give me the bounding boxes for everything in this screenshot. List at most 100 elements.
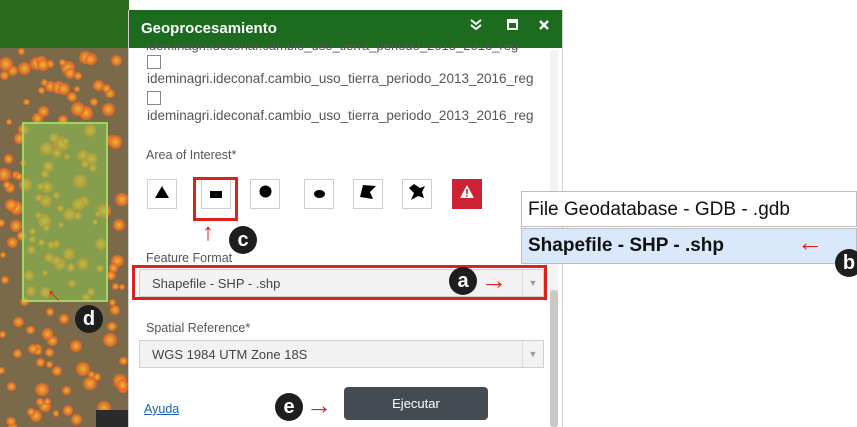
fire-point: [71, 102, 86, 116]
fire-point: [70, 413, 83, 426]
fire-point: [83, 376, 97, 390]
run-button[interactable]: Ejecutar: [344, 387, 488, 420]
fire-point: [12, 348, 23, 359]
polygon-icon: [360, 184, 376, 204]
fire-point: [119, 283, 126, 290]
fire-point: [0, 56, 13, 71]
fire-point: [0, 70, 10, 80]
fire-point: [61, 385, 72, 396]
fire-point: [74, 85, 81, 92]
fire-point: [0, 366, 5, 375]
spatial-reference-value: WGS 1984 UTM Zone 18S: [152, 347, 308, 362]
fire-point: [38, 106, 49, 117]
fire-point: [9, 219, 22, 232]
layer-checkbox-2[interactable]: [147, 91, 161, 105]
fire-point: [111, 55, 122, 66]
fire-point: [38, 86, 45, 94]
fire-point: [28, 344, 39, 354]
fire-point: [110, 304, 121, 315]
fire-point: [6, 236, 18, 249]
help-link[interactable]: Ayuda: [144, 402, 179, 416]
fire-point: [23, 98, 30, 106]
fire-point: [58, 59, 66, 66]
panel-scrollbar-thumb[interactable]: [550, 290, 558, 427]
spatial-reference-label: Spatial Reference*: [146, 321, 251, 335]
map-view[interactable]: [0, 0, 129, 427]
area-of-interest-rectangle[interactable]: [22, 122, 108, 302]
chevron-double-down-icon[interactable]: [469, 18, 483, 35]
fire-point: [112, 218, 125, 231]
map-header-strip: [0, 0, 129, 48]
spatial-reference-select[interactable]: WGS 1984 UTM Zone 18S ▼: [139, 340, 544, 368]
ellipse-icon: [313, 185, 325, 203]
fire-point: [6, 381, 16, 391]
rectangle-tool-highlight: [193, 177, 238, 221]
fire-point: [107, 321, 117, 332]
fire-point: [44, 347, 55, 357]
draw-circle-button[interactable]: [250, 179, 280, 209]
arrow-left-icon: ←: [797, 227, 823, 257]
fire-point: [18, 62, 31, 75]
badge-d: d: [75, 305, 103, 333]
draw-polygon-button[interactable]: [353, 179, 383, 209]
fire-point: [67, 91, 78, 102]
fire-point: [73, 71, 83, 81]
panel-title-bar: Geoprocesamiento: [129, 10, 562, 48]
fire-point: [103, 332, 117, 347]
layer-name-2: ideminagri.ideconaf.cambio_uso_tierra_pe…: [147, 108, 534, 123]
fire-point: [0, 218, 6, 228]
arrow-right-icon: →: [481, 265, 507, 295]
fire-point: [41, 328, 54, 340]
fire-point: [112, 282, 120, 290]
fire-point: [0, 167, 11, 182]
maximize-icon[interactable]: [506, 18, 519, 34]
fire-point: [44, 397, 52, 405]
fire-point: [108, 263, 119, 273]
fire-point: [27, 407, 36, 416]
feature-format-label: Feature Format: [146, 251, 233, 265]
badge-c: c: [229, 226, 257, 254]
fire-point: [52, 410, 60, 418]
panel-title: Geoprocesamiento: [141, 20, 277, 37]
freehand-icon: [409, 183, 425, 205]
fire-point: [36, 58, 49, 71]
fire-point: [115, 192, 129, 206]
chevron-down-icon[interactable]: ▼: [522, 341, 543, 367]
draw-freehand-button[interactable]: [402, 179, 432, 209]
draw-ellipse-button[interactable]: [304, 179, 334, 209]
map-corner-control: [96, 410, 129, 427]
fire-point: [0, 275, 10, 284]
arrow-up-icon: ↑: [202, 219, 214, 246]
fire-point: [36, 357, 46, 367]
fire-point: [119, 356, 128, 366]
fire-point: [63, 405, 74, 416]
fire-point: [51, 365, 62, 376]
draw-triangle-button[interactable]: [147, 179, 177, 209]
fire-point: [0, 330, 6, 338]
triangle-icon: [155, 185, 169, 203]
fire-point: [108, 134, 123, 149]
fire-point: [34, 382, 49, 397]
fire-point: [89, 97, 98, 106]
fire-point: [5, 118, 13, 126]
fire-point: [117, 379, 129, 391]
fire-point: [17, 48, 25, 56]
badge-e: e: [275, 393, 303, 421]
layer-name-1: ideminagri.ideconaf.cambio_uso_tierra_pe…: [147, 71, 534, 86]
fire-point: [35, 397, 44, 406]
clear-drawing-button[interactable]: [452, 179, 482, 209]
fire-point: [45, 361, 53, 369]
fire-point: [13, 316, 25, 328]
dropdown-option-label: File Geodatabase - GDB - .gdb: [528, 199, 790, 220]
close-icon[interactable]: [538, 18, 550, 34]
dropdown-option-label: Shapefile - SHP - .shp: [528, 235, 725, 256]
fire-point: [59, 314, 69, 324]
fire-point: [41, 78, 48, 86]
fire-point: [25, 325, 35, 335]
area-of-interest-label: Area of Interest*: [146, 148, 237, 162]
fire-point: [0, 251, 7, 259]
dropdown-option-gdb[interactable]: File Geodatabase - GDB - .gdb: [521, 191, 857, 227]
fire-point: [3, 153, 14, 164]
layer-checkbox-1[interactable]: [147, 55, 161, 69]
fire-point: [46, 307, 54, 316]
